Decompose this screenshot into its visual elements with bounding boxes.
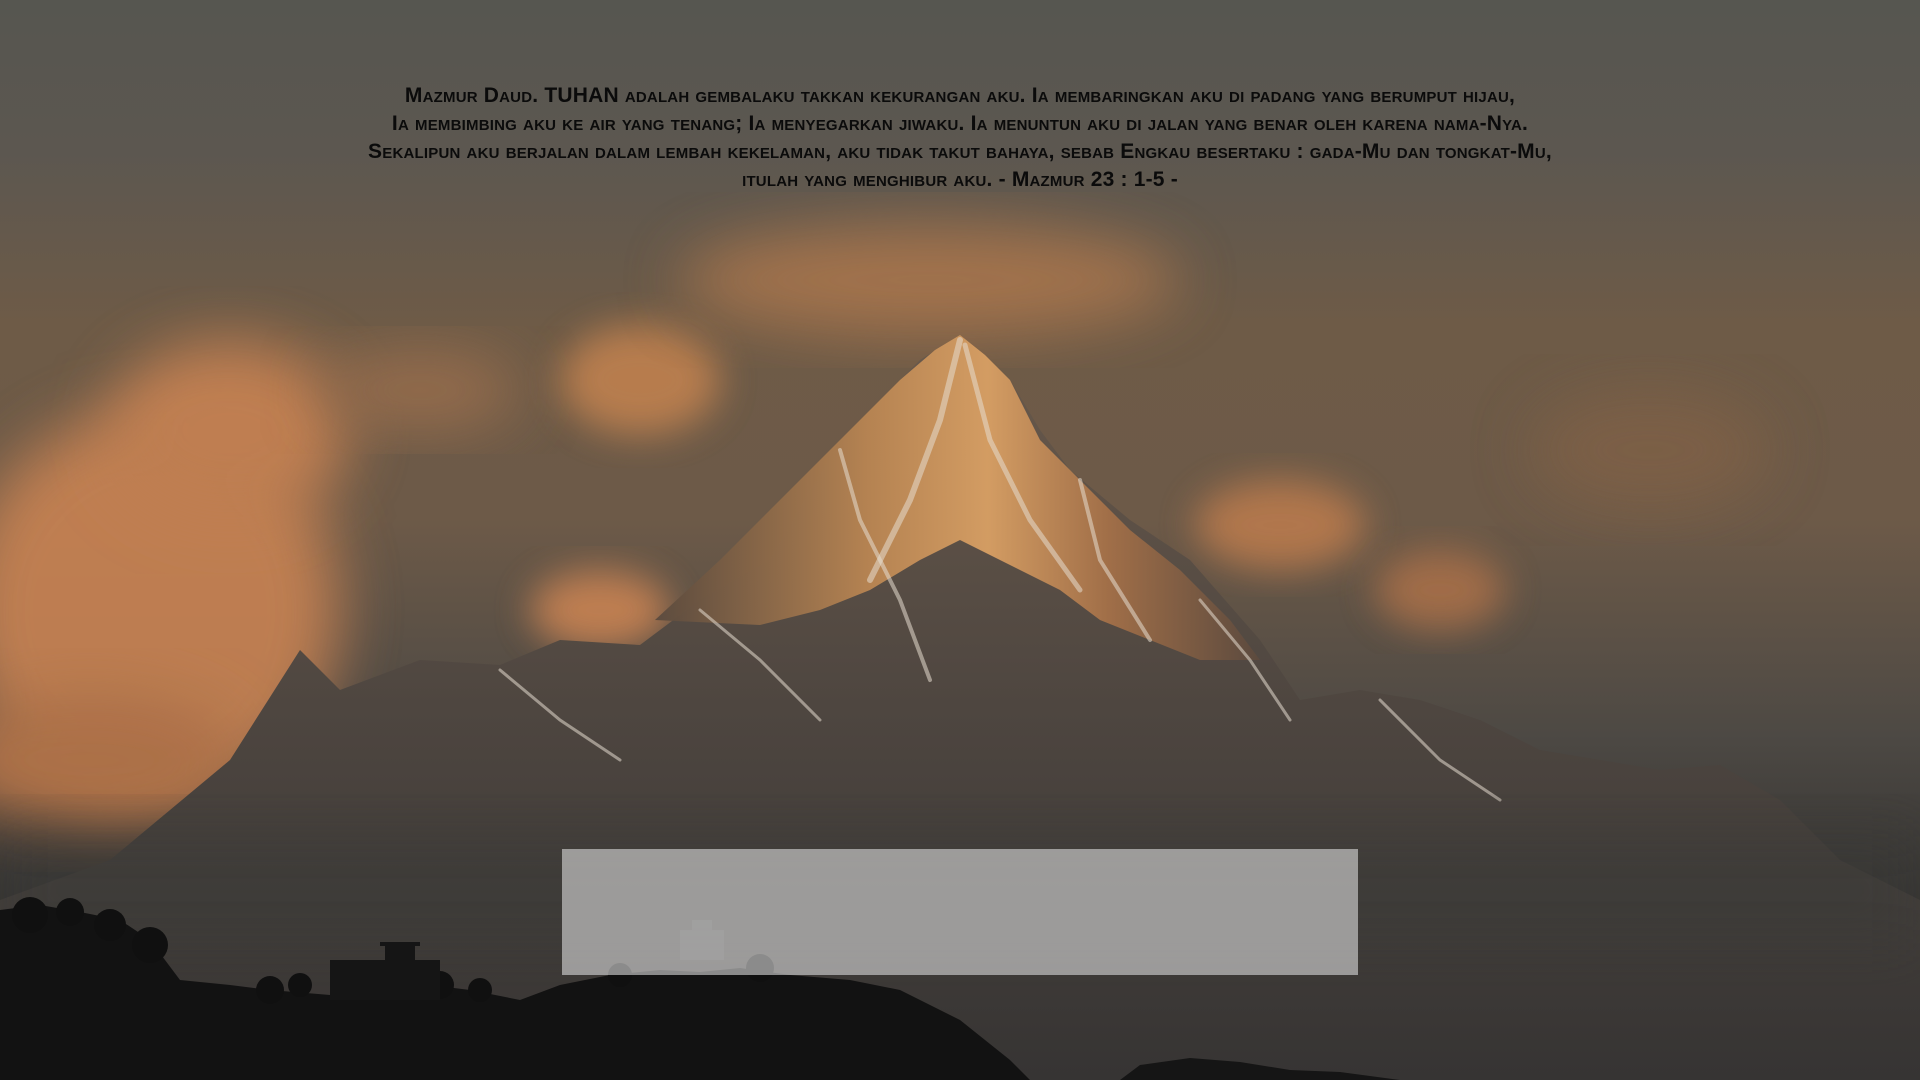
translucent-panel <box>562 849 1358 975</box>
verse-text: Mazmur Daud. TUHAN adalah gembalaku takk… <box>368 84 1552 191</box>
cloud-top-band <box>680 225 1180 335</box>
cloud-mid-low <box>530 570 670 650</box>
cloud-mid-haze <box>320 350 520 430</box>
cloud-right-a <box>1195 480 1365 570</box>
desktop-wallpaper: Mazmur Daud. TUHAN adalah gembalaku takk… <box>0 0 1920 1080</box>
cloud-left-top <box>110 340 350 520</box>
cloud-right-b <box>1375 550 1505 630</box>
cloud-mid-left <box>560 325 720 435</box>
cloud-far-right <box>1530 390 1770 510</box>
